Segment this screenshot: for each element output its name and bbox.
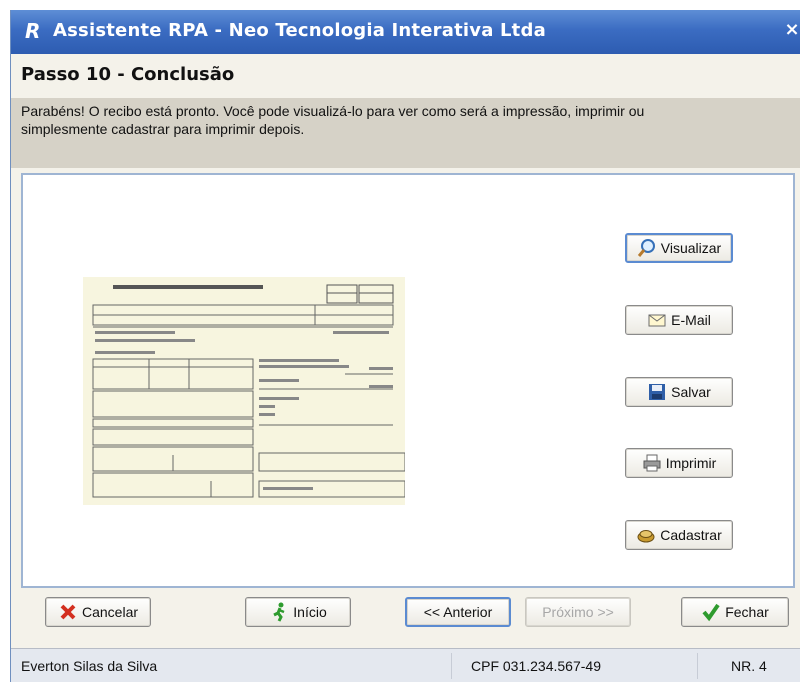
magnifier-icon <box>637 239 655 257</box>
running-person-icon <box>273 602 285 622</box>
floppy-disk-icon <box>649 384 666 400</box>
printer-icon <box>643 454 661 472</box>
cancelar-label: Cancelar <box>81 604 139 620</box>
cancelar-button[interactable]: Cancelar <box>45 597 151 627</box>
anterior-label: << Anterior <box>423 604 493 620</box>
proximo-button[interactable]: Próximo >> <box>525 597 631 627</box>
imprimir-label: Imprimir <box>665 455 717 471</box>
status-cpf: CPF 031.234.567-49 <box>471 658 601 674</box>
inicio-label: Início <box>293 604 327 620</box>
cadastrar-label: Cadastrar <box>660 527 722 543</box>
visualizar-label: Visualizar <box>660 240 722 256</box>
imprimir-button[interactable]: Imprimir <box>625 448 733 478</box>
fechar-label: Fechar <box>725 604 769 620</box>
email-button[interactable]: E-Mail <box>625 305 733 335</box>
status-user-name: Everton Silas da Silva <box>21 658 158 674</box>
close-button[interactable]: × <box>783 19 800 43</box>
email-label: E-Mail <box>671 312 711 328</box>
step-description: Parabéns! O recibo está pronto. Você pod… <box>11 98 800 168</box>
content-panel: Visualizar E-Mail Salvar Imprimir Cadast… <box>21 173 795 588</box>
status-bar: Everton Silas da Silva CPF 031.234.567-4… <box>11 648 800 682</box>
visualizar-button[interactable]: Visualizar <box>625 233 733 263</box>
status-receipt-number: NR. 4 <box>731 658 767 674</box>
description-line-1: Parabéns! O recibo está pronto. Você pod… <box>21 103 645 119</box>
title-bar[interactable]: R Assistente RPA - Neo Tecnologia Intera… <box>11 10 800 54</box>
status-separator <box>697 653 698 679</box>
assistant-window: R Assistente RPA - Neo Tecnologia Intera… <box>10 10 800 682</box>
description-line-2: simplesmente cadastrar para imprimir dep… <box>21 121 305 137</box>
salvar-label: Salvar <box>671 384 711 400</box>
step-title: Passo 10 - Conclusão <box>21 64 235 85</box>
green-check-icon <box>702 603 720 622</box>
inicio-button[interactable]: Início <box>245 597 351 627</box>
envelope-icon <box>648 314 666 327</box>
window-title: Assistente RPA - Neo Tecnologia Interati… <box>53 20 546 41</box>
receipt-preview-thumbnail <box>83 277 405 505</box>
status-separator <box>451 653 452 679</box>
receipt-thumbnail-image <box>83 277 405 505</box>
salvar-button[interactable]: Salvar <box>625 377 733 407</box>
app-logo-icon: R <box>25 19 41 43</box>
anterior-button[interactable]: << Anterior <box>405 597 511 627</box>
fechar-button[interactable]: Fechar <box>681 597 789 627</box>
red-x-icon <box>60 604 76 620</box>
register-icon <box>637 530 655 543</box>
proximo-label: Próximo >> <box>542 604 614 620</box>
cadastrar-button[interactable]: Cadastrar <box>625 520 733 550</box>
